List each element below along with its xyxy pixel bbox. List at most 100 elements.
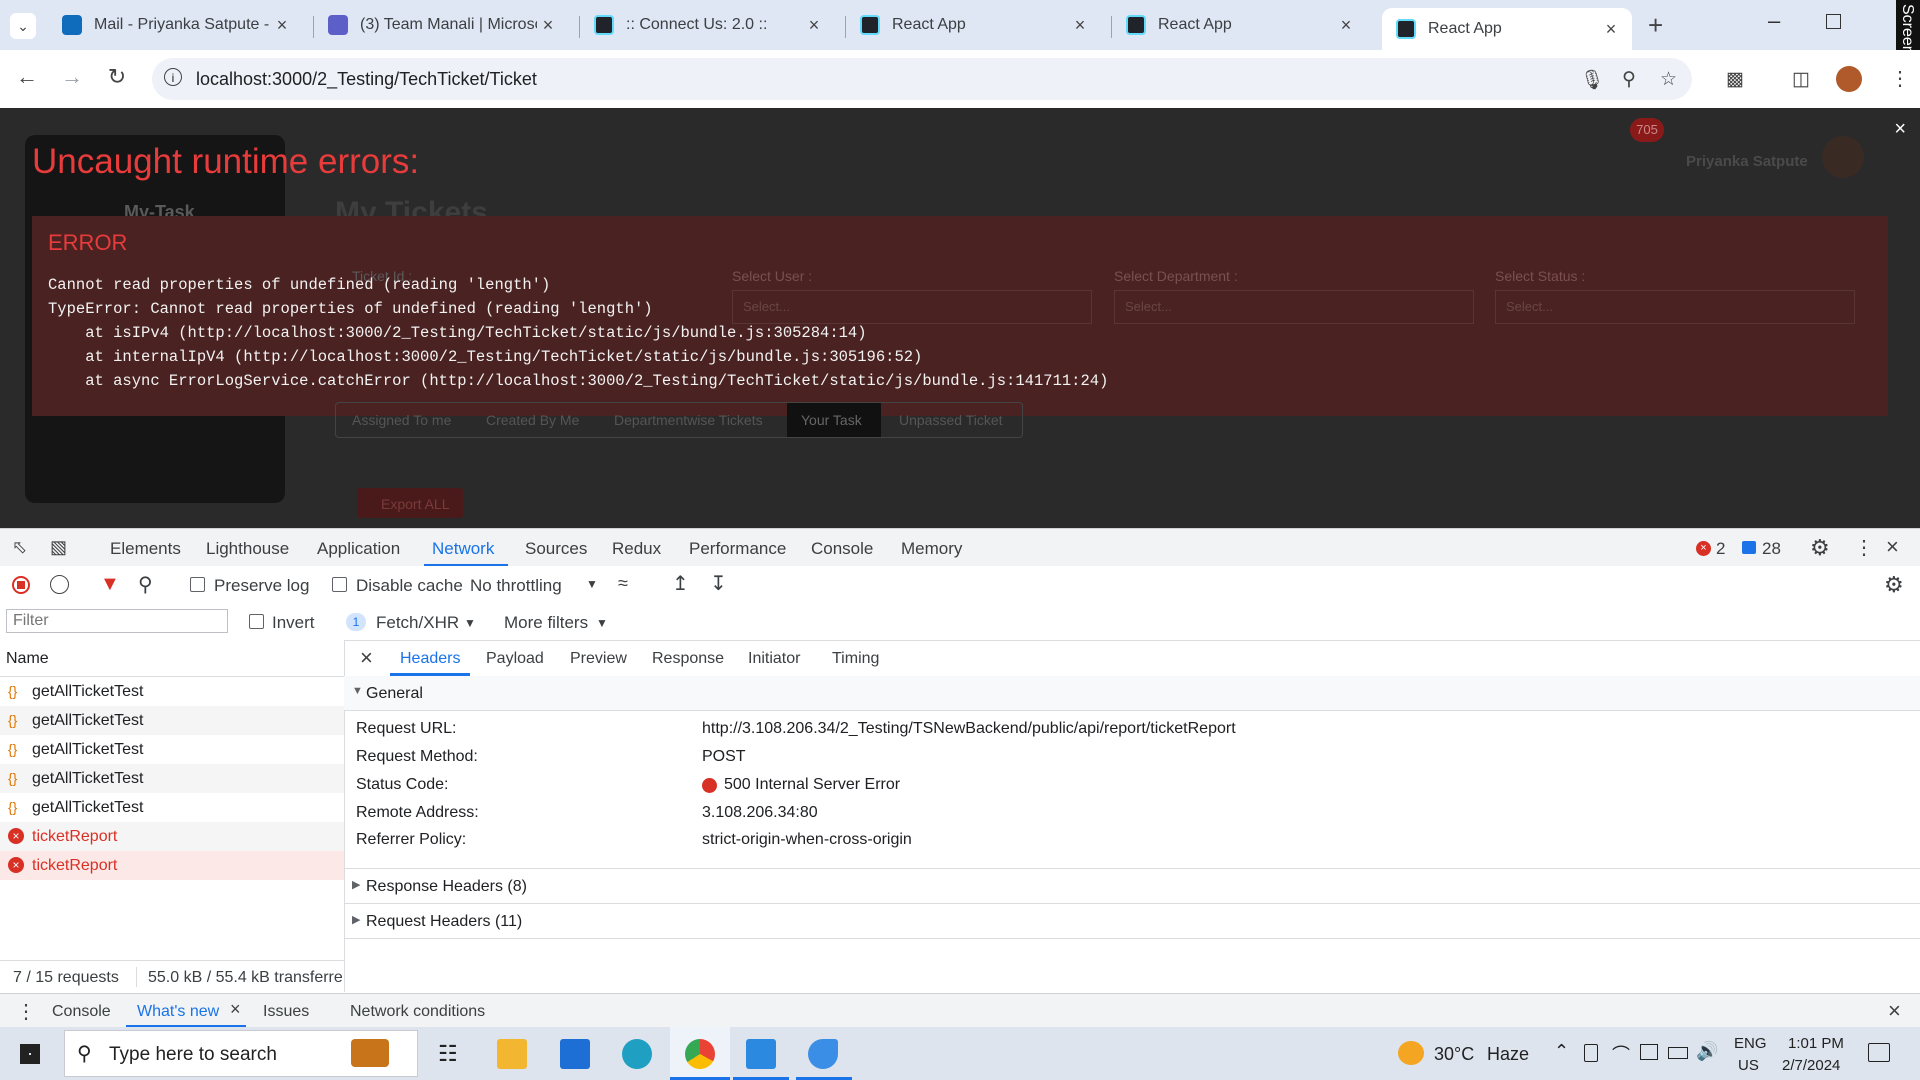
display-icon[interactable] [1640, 1044, 1658, 1060]
browser-menu-icon[interactable]: ⋮ [1890, 66, 1910, 91]
export-all-button[interactable]: Export ALL [357, 488, 463, 518]
close-overlay-icon[interactable]: × [1894, 118, 1906, 141]
preserve-log-checkbox[interactable] [190, 577, 205, 592]
browser-tab-5[interactable]: React App × [1382, 8, 1632, 50]
tab-search-chevron-icon[interactable]: ⌄ [10, 13, 36, 39]
taskbar-search-box[interactable]: ⚲ Type here to search [64, 1030, 418, 1077]
notification-center-icon[interactable] [1868, 1043, 1890, 1062]
tab-your-task[interactable]: Your Task [787, 403, 881, 437]
drawer-menu-icon[interactable]: ⋮ [16, 999, 36, 1024]
general-section-header[interactable]: ▼ General [344, 676, 1920, 711]
drawer-tab-console[interactable]: Console [52, 1003, 111, 1021]
notification-badge[interactable]: 705 [1630, 118, 1664, 142]
close-icon[interactable]: × [1335, 15, 1357, 36]
header-value[interactable]: POST [702, 748, 746, 766]
select-status[interactable]: Select... [1495, 290, 1855, 324]
tab-redux[interactable]: Redux [612, 539, 661, 559]
tab-assigned-to-me[interactable]: Assigned To me [352, 412, 451, 428]
side-panel-icon[interactable]: ◫ [1792, 68, 1810, 91]
devtools-menu-icon[interactable]: ⋮ [1854, 535, 1874, 560]
drawer-tab-network-conditions[interactable]: Network conditions [350, 1003, 485, 1021]
search-icon[interactable]: ⚲ [138, 572, 153, 597]
tab-initiator[interactable]: Initiator [748, 650, 800, 668]
site-info-icon[interactable]: i [164, 68, 182, 86]
close-icon[interactable]: × [537, 15, 559, 36]
wifi-icon[interactable]: ⌒ [1612, 1041, 1630, 1067]
response-headers-section[interactable]: ▶ Response Headers (8) [344, 868, 1920, 904]
network-conditions-icon[interactable]: ≈ [618, 573, 628, 594]
tab-sources[interactable]: Sources [525, 539, 587, 559]
tab-lighthouse[interactable]: Lighthouse [206, 539, 289, 559]
tab-elements[interactable]: Elements [110, 539, 181, 559]
tab-performance[interactable]: Performance [689, 539, 786, 559]
user-avatar[interactable] [1822, 136, 1864, 178]
settings-gear-icon[interactable]: ⚙ [1810, 535, 1830, 561]
select-department[interactable]: Select... [1114, 290, 1474, 324]
tab-payload[interactable]: Payload [486, 650, 544, 668]
clock-date[interactable]: 2/7/2024 [1782, 1057, 1840, 1074]
select-user[interactable]: Select... [732, 290, 1092, 324]
mic-off-icon[interactable]: 🎙 [1580, 68, 1604, 92]
close-detail-icon[interactable]: × [360, 645, 373, 671]
browser-tab-4[interactable]: React App × [1112, 6, 1367, 44]
request-headers-section[interactable]: ▶ Request Headers (11) [344, 904, 1920, 939]
invert-checkbox[interactable] [249, 614, 264, 629]
tab-response[interactable]: Response [652, 650, 724, 668]
header-value[interactable]: strict-origin-when-cross-origin [702, 831, 912, 849]
clock-time[interactable]: 1:01 PM [1788, 1035, 1844, 1052]
close-whats-new-icon[interactable]: × [230, 999, 241, 1020]
request-row[interactable]: {} getAllTicketTest [0, 706, 344, 735]
request-row[interactable]: {} getAllTicketTest [0, 793, 344, 822]
chrome-icon[interactable] [685, 1039, 715, 1069]
reload-button[interactable]: ↻ [102, 64, 132, 90]
device-toolbar-icon[interactable]: ▧ [50, 537, 67, 558]
error-count-icon[interactable]: × [1696, 541, 1711, 556]
header-value[interactable]: 3.108.206.34:80 [702, 804, 818, 822]
browser-tab-0[interactable]: Mail - Priyanka Satpute - C × [48, 6, 303, 44]
tab-memory[interactable]: Memory [901, 539, 962, 559]
minimize-button[interactable]: – [1768, 8, 1780, 34]
request-row-selected[interactable]: × ticketReport [0, 851, 344, 880]
weather-temp[interactable]: 30°C [1434, 1044, 1474, 1065]
address-bar[interactable]: i localhost:3000/2_Testing/TechTicket/Ti… [152, 58, 1692, 100]
import-har-icon[interactable]: ↥ [672, 571, 689, 596]
request-row[interactable]: × ticketReport [0, 822, 344, 851]
new-tab-button[interactable]: + [1648, 10, 1663, 41]
app-icon[interactable] [808, 1039, 838, 1069]
url-text[interactable]: localhost:3000/2_Testing/TechTicket/Tick… [196, 69, 537, 90]
edge-icon[interactable] [622, 1039, 652, 1069]
tray-device-icon[interactable] [1584, 1044, 1598, 1062]
drawer-tab-issues[interactable]: Issues [263, 1003, 309, 1021]
filter-funnel-icon[interactable]: ▼ [100, 573, 120, 596]
close-icon[interactable]: × [1600, 19, 1622, 40]
tab-console[interactable]: Console [811, 539, 873, 559]
weather-desc[interactable]: Haze [1487, 1044, 1529, 1065]
close-icon[interactable]: × [803, 15, 825, 36]
battery-icon[interactable] [1668, 1047, 1688, 1059]
filter-input[interactable] [6, 609, 228, 633]
extensions-icon[interactable]: ▩ [1726, 68, 1744, 91]
tab-headers[interactable]: Headers [400, 650, 460, 668]
vscode-icon[interactable] [746, 1039, 776, 1069]
name-column-header[interactable]: Name [6, 650, 49, 668]
weather-haze-icon[interactable] [1398, 1041, 1424, 1065]
throttling-select[interactable]: No throttling [470, 576, 562, 596]
browser-tab-1[interactable]: (3) Team Manali | Microsoft × [314, 6, 569, 44]
clear-icon[interactable] [50, 575, 69, 594]
tab-created-by-me[interactable]: Created By Me [486, 412, 579, 428]
status-code-value[interactable]: 500 Internal Server Error [724, 776, 900, 794]
tab-unpassed[interactable]: Unpassed Ticket [899, 412, 1003, 428]
volume-icon[interactable]: 🔊 [1696, 1041, 1718, 1062]
profile-avatar[interactable] [1836, 66, 1862, 92]
request-row[interactable]: {} getAllTicketTest [0, 677, 344, 706]
task-view-icon[interactable]: ☷ [438, 1041, 458, 1067]
record-stop-icon[interactable] [12, 576, 30, 594]
language-code[interactable]: ENG [1734, 1035, 1767, 1052]
type-filter-select[interactable]: Fetch/XHR [376, 613, 459, 633]
restore-button[interactable] [1826, 14, 1841, 29]
close-devtools-icon[interactable]: × [1886, 534, 1899, 560]
request-row[interactable]: {} getAllTicketTest [0, 735, 344, 764]
chevron-up-icon[interactable]: ⌃ [1554, 1041, 1569, 1062]
forward-button[interactable]: → [57, 64, 87, 90]
close-icon[interactable]: × [271, 15, 293, 36]
